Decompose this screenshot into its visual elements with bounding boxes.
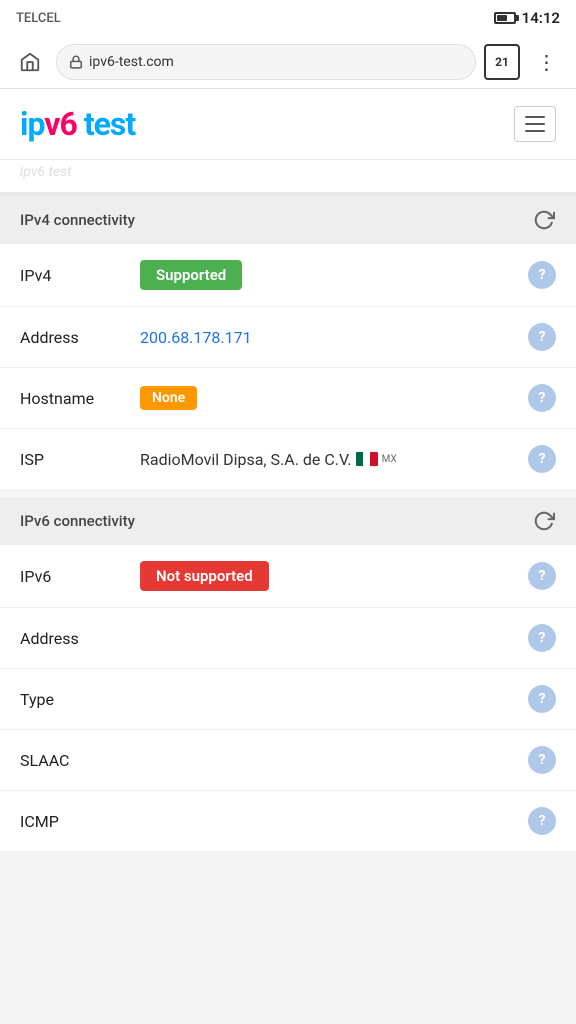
ipv4-address-label: Address xyxy=(20,328,140,347)
ipv6-refresh-button[interactable] xyxy=(532,509,556,533)
ipv4-value: Supported xyxy=(140,260,528,290)
ipv6-help-button[interactable]: ? xyxy=(528,562,556,590)
ipv6-address-label: Address xyxy=(20,629,140,648)
ipv6-row: IPv6 Not supported ? xyxy=(0,545,576,608)
hamburger-line-2 xyxy=(525,123,545,125)
ipv6-section: IPv6 connectivity IPv6 Not supported ? A… xyxy=(0,497,576,851)
ipv6-label: IPv6 xyxy=(20,567,140,586)
ipv4-isp-label: ISP xyxy=(20,450,140,469)
ipv6-section-header: IPv6 connectivity xyxy=(0,497,576,545)
isp-name: RadioMovil Dipsa, S.A. de C.V. xyxy=(140,450,352,469)
status-bar: TELCEL 14:12 xyxy=(0,0,576,36)
ipv4-hostname-help-button[interactable]: ? xyxy=(528,384,556,412)
isp-container: RadioMovil Dipsa, S.A. de C.V. MX xyxy=(140,450,528,469)
logo-v6: v6 xyxy=(44,105,77,143)
mexico-flag-icon xyxy=(356,452,378,466)
hamburger-line-1 xyxy=(525,116,545,118)
ipv6-slaac-help-button[interactable]: ? xyxy=(528,746,556,774)
ipv4-hostname-value: None xyxy=(140,386,528,410)
ipv4-isp-value: RadioMovil Dipsa, S.A. de C.V. MX xyxy=(140,450,528,469)
ipv4-help-button[interactable]: ? xyxy=(528,261,556,289)
more-options-button[interactable]: ⋮ xyxy=(528,44,564,80)
ipv4-isp-row: ISP RadioMovil Dipsa, S.A. de C.V. MX ? xyxy=(0,429,576,489)
time-display: 14:12 xyxy=(522,9,560,27)
ipv4-section-title: IPv4 connectivity xyxy=(20,211,135,229)
ipv6-type-label: Type xyxy=(20,690,140,709)
address-bar[interactable]: ipv6-test.com xyxy=(56,44,476,80)
ipv4-row: IPv4 Supported ? xyxy=(0,244,576,307)
hamburger-menu-button[interactable] xyxy=(514,106,556,142)
ipv6-slaac-row: SLAAC ? xyxy=(0,730,576,791)
logo-test: test xyxy=(77,105,135,143)
status-indicators: 14:12 xyxy=(494,9,560,27)
flag-country-label: MX xyxy=(382,454,397,465)
refresh-icon xyxy=(533,209,555,231)
ipv4-address-row: Address 200.68.178.171 ? xyxy=(0,307,576,368)
watermark-text: ipv6 test xyxy=(20,164,72,180)
lock-icon xyxy=(69,55,83,69)
ipv6-address-row: Address ? xyxy=(0,608,576,669)
browser-chrome: ipv6-test.com 21 ⋮ xyxy=(0,36,576,89)
refresh-icon-2 xyxy=(533,510,555,532)
ipv4-section: IPv4 connectivity IPv4 Supported ? Addre… xyxy=(0,196,576,489)
ipv6-address-help-button[interactable]: ? xyxy=(528,624,556,652)
battery-icon xyxy=(494,12,516,24)
ipv6-slaac-label: SLAAC xyxy=(20,751,140,770)
address-url: ipv6-test.com xyxy=(89,54,174,70)
hamburger-line-3 xyxy=(525,130,545,132)
ipv4-section-header: IPv4 connectivity xyxy=(0,196,576,244)
ipv6-value: Not supported xyxy=(140,561,528,591)
ipv4-supported-badge: Supported xyxy=(140,260,242,290)
ipv4-address-link[interactable]: 200.68.178.171 xyxy=(140,328,252,347)
ipv6-section-title: IPv6 connectivity xyxy=(20,512,135,530)
tab-counter-button[interactable]: 21 xyxy=(484,44,520,80)
ipv4-isp-help-button[interactable]: ? xyxy=(528,445,556,473)
ipv4-hostname-row: Hostname None ? xyxy=(0,368,576,429)
ipv6-icmp-help-button[interactable]: ? xyxy=(528,807,556,835)
ipv4-hostname-none-badge: None xyxy=(140,386,197,410)
logo-prefix: ip xyxy=(20,105,44,143)
site-logo: ipv6 test xyxy=(20,105,135,143)
ipv4-address-help-button[interactable]: ? xyxy=(528,323,556,351)
ipv4-hostname-label: Hostname xyxy=(20,389,140,408)
tab-count: 21 xyxy=(495,55,509,69)
ipv6-not-supported-badge: Not supported xyxy=(140,561,269,591)
ipv4-refresh-button[interactable] xyxy=(532,208,556,232)
ipv6-type-row: Type ? xyxy=(0,669,576,730)
ipv4-label: IPv4 xyxy=(20,266,140,285)
home-icon xyxy=(19,51,41,73)
ipv6-icmp-label: ICMP xyxy=(20,812,140,831)
ipv6-type-help-button[interactable]: ? xyxy=(528,685,556,713)
carrier-text: TELCEL xyxy=(16,11,61,26)
ipv4-address-value: 200.68.178.171 xyxy=(140,328,528,347)
ipv6-icmp-row: ICMP ? xyxy=(0,791,576,851)
home-button[interactable] xyxy=(12,44,48,80)
watermark: ipv6 test xyxy=(0,160,576,196)
site-header: ipv6 test xyxy=(0,89,576,160)
